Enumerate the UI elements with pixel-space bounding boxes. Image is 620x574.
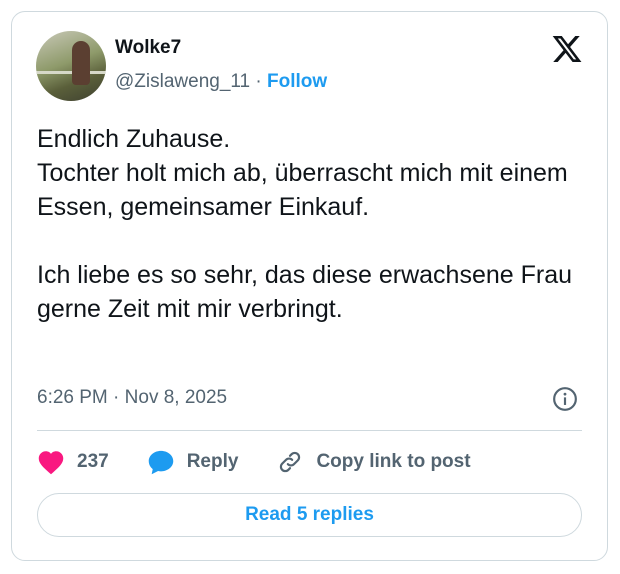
divider [37,430,582,431]
reply-label: Reply [186,451,239,472]
post-text: Endlich Zuhause. Tochter holt mich ab, ü… [37,125,573,323]
info-icon[interactable] [552,386,578,412]
avatar[interactable] [36,31,106,101]
follow-button[interactable]: Follow [267,71,327,92]
copy-link-label: Copy link to post [316,451,471,472]
reply-button[interactable]: Reply [147,449,239,475]
author-name[interactable]: Wolke7 [115,37,181,59]
link-icon [280,451,301,473]
avatar-figure-detail [72,41,90,85]
author-handle-row: @Zislaweng_11 · Follow [115,71,327,93]
handle-separator: · [255,71,262,92]
action-bar: 237 Reply Copy link to post [37,442,509,482]
post-timestamp[interactable]: 6:26 PM · Nov 8, 2025 [37,387,227,409]
avatar-rail-detail [36,71,106,74]
speech-bubble-icon [148,450,173,475]
post-time: 6:26 PM [37,387,108,408]
embedded-post-card: Wolke7 @Zislaweng_11 · Follow Endlich Zu… [11,11,608,561]
copy-link-button[interactable]: Copy link to post [276,449,471,475]
date-separator: · [113,387,120,408]
like-count: 237 [77,451,109,472]
like-button[interactable]: 237 [37,449,109,475]
x-logo-icon[interactable] [550,33,584,65]
heart-icon [38,451,64,475]
read-replies-button[interactable]: Read 5 replies [37,493,582,537]
post-date: Nov 8, 2025 [124,387,228,408]
author-handle[interactable]: @Zislaweng_11 [115,71,250,92]
